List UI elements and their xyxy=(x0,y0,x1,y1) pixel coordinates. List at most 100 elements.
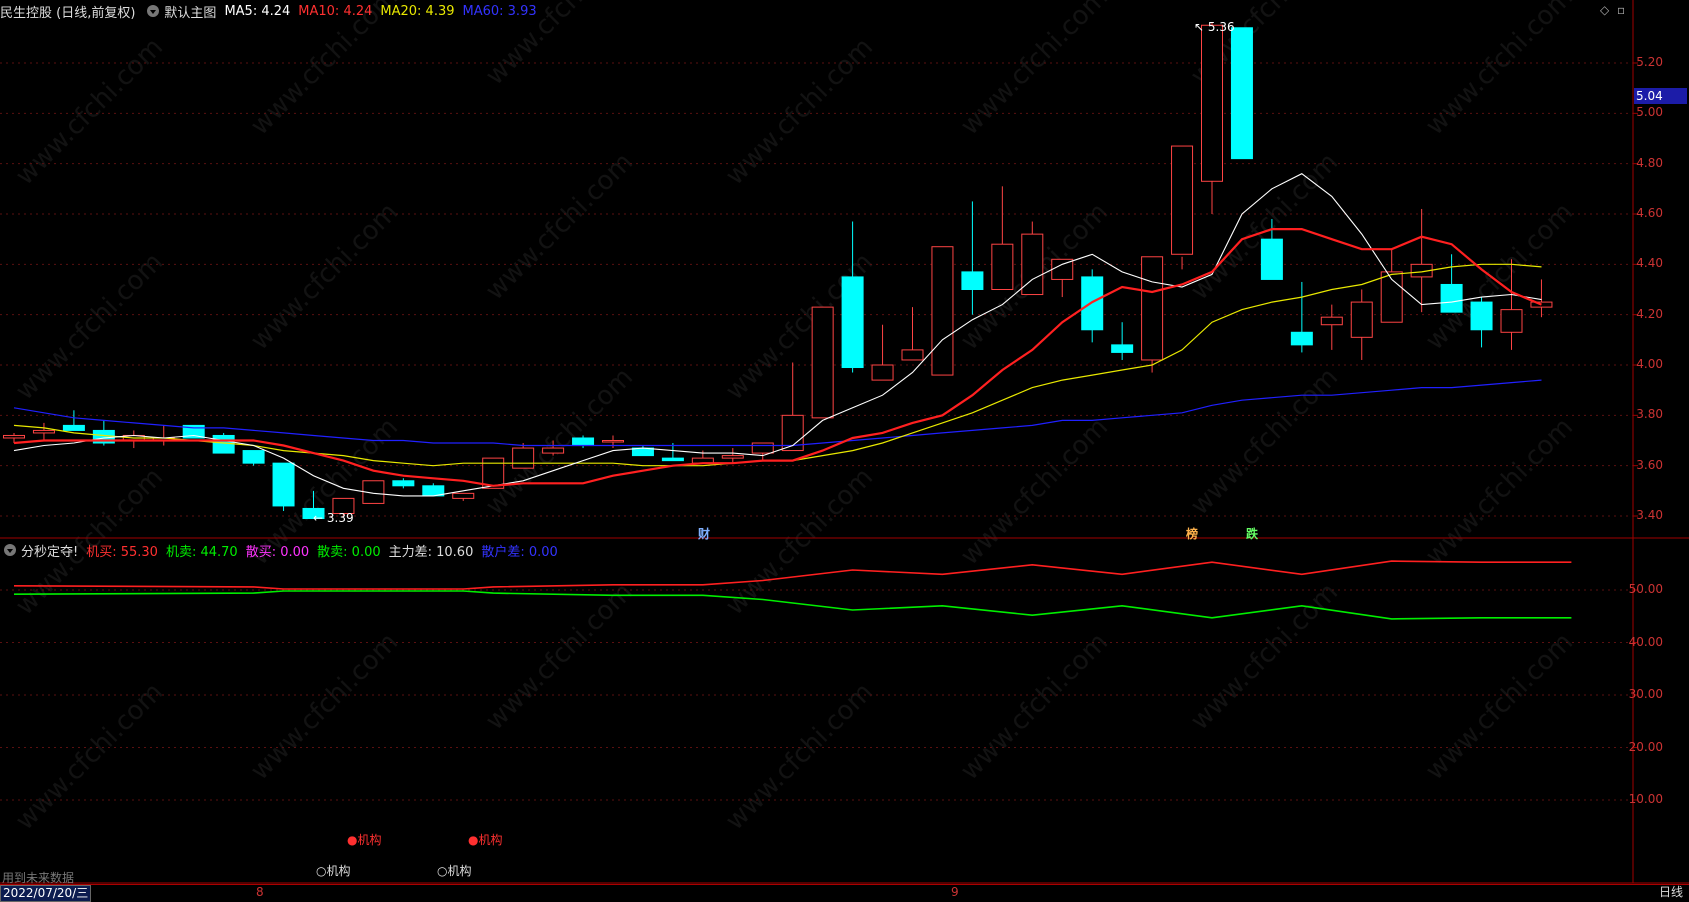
stock-chart-window: www.cfchi.com www.cfchi.com www.cfchi.com w… xyxy=(0,0,1689,902)
candle[interactable] xyxy=(1470,297,1493,348)
candle[interactable] xyxy=(92,420,115,446)
candle-body-down xyxy=(242,450,265,464)
candle[interactable] xyxy=(1051,258,1074,298)
candle[interactable] xyxy=(422,483,445,497)
candle[interactable] xyxy=(871,324,894,381)
candle[interactable] xyxy=(1500,259,1523,350)
candle-body-up xyxy=(3,434,25,439)
candle-body-up xyxy=(1500,309,1523,333)
main-legend: 民生控股 (日线,前复权) 默认主图 MA5: 4.24 MA10: 4.24 … xyxy=(0,1,545,21)
candle[interactable] xyxy=(631,445,654,457)
candle[interactable] xyxy=(781,362,804,452)
ma20-line xyxy=(13,263,1542,467)
candle[interactable] xyxy=(542,440,565,456)
retail-buy-value: 散买: 0.00 xyxy=(245,544,310,560)
candlestick-chart[interactable] xyxy=(0,0,1689,900)
ma10-value: MA10: 4.24 xyxy=(298,3,373,19)
candle[interactable] xyxy=(1201,22,1223,214)
candle-body-up xyxy=(991,243,1014,290)
candle[interactable] xyxy=(572,435,595,449)
indicator-tick-label: 10.00 xyxy=(1628,792,1663,806)
inst-buy-line xyxy=(13,560,1572,590)
candle[interactable] xyxy=(452,492,475,501)
indicator-name[interactable]: 分秒定夺! xyxy=(21,541,78,560)
candle-body-down xyxy=(1470,301,1493,331)
candle[interactable] xyxy=(1021,221,1044,296)
candle-body-down xyxy=(661,457,684,462)
candle[interactable] xyxy=(1410,208,1433,313)
candle[interactable] xyxy=(1141,256,1164,373)
event-list-marker[interactable]: 榜 xyxy=(1186,525,1198,542)
candle-body-up xyxy=(1350,301,1373,338)
candle[interactable] xyxy=(62,410,85,431)
candle[interactable] xyxy=(991,186,1014,290)
candle[interactable] xyxy=(272,462,295,511)
candle[interactable] xyxy=(1290,281,1313,353)
inst-sell-line xyxy=(13,590,1572,620)
candle-body-down xyxy=(1440,283,1463,313)
event-finance-marker[interactable]: 财 xyxy=(698,525,710,542)
maximize-icon[interactable]: ▫ xyxy=(1617,3,1625,17)
month-8-label: 8 xyxy=(256,885,264,899)
inst-buy-value: 机买: 55.30 xyxy=(86,544,158,560)
high-price-label: ↖ 5.36 xyxy=(1194,20,1235,34)
candle[interactable] xyxy=(721,448,744,464)
price-tick-label: 3.80 xyxy=(1636,407,1663,422)
candle[interactable] xyxy=(841,221,864,373)
candle[interactable] xyxy=(811,306,834,419)
candle-body-up xyxy=(1171,145,1194,255)
candle-body-up xyxy=(1141,256,1164,361)
price-tick-label: 5.20 xyxy=(1636,55,1663,69)
candle[interactable] xyxy=(931,246,954,376)
candle[interactable] xyxy=(1350,289,1373,360)
candle-body-up xyxy=(901,349,924,361)
event-drop-marker[interactable]: 跌 xyxy=(1246,525,1258,542)
chart-name[interactable]: 默认主图 xyxy=(164,2,216,21)
time-axis-bar: 2022/07/20/三 8 9 日线 xyxy=(0,884,1689,902)
inst-buy-marker-2: ●机构 xyxy=(468,833,503,847)
inst-sell-value: 机卖: 44.70 xyxy=(165,544,238,560)
indicator-tick-label: 50.00 xyxy=(1628,582,1663,596)
candle-body-down xyxy=(1111,344,1134,353)
candle[interactable] xyxy=(152,425,175,446)
settings-gear-icon[interactable] xyxy=(147,5,160,17)
price-tick-label: 3.40 xyxy=(1636,508,1663,522)
price-tick-label: 4.00 xyxy=(1636,357,1663,371)
candle[interactable] xyxy=(512,443,535,469)
period-selector[interactable]: 日线 xyxy=(1659,885,1683,900)
candle[interactable] xyxy=(242,450,265,466)
ma60-value: MA60: 3.93 xyxy=(462,3,537,19)
candle-body-down xyxy=(392,480,415,487)
indicator-tick-label: 40.00 xyxy=(1628,634,1663,649)
candle[interactable] xyxy=(1320,304,1343,350)
main-diff-value: 主力差: 10.60 xyxy=(388,544,474,560)
price-tick-label: 4.80 xyxy=(1636,155,1663,170)
candle-body-down xyxy=(841,276,864,369)
candle-body-down xyxy=(212,434,235,454)
candle-body-up xyxy=(871,364,894,381)
stock-title[interactable]: 民生控股 (日线,前复权) xyxy=(0,2,135,21)
candle[interactable] xyxy=(1111,322,1134,360)
candle[interactable] xyxy=(1440,254,1463,313)
inst-sell-marker-1: ○机构 xyxy=(316,864,351,878)
ma5-value: MA5: 4.24 xyxy=(224,3,291,19)
candle[interactable] xyxy=(32,422,55,441)
price-tick-label: 3.60 xyxy=(1636,457,1663,472)
candle-body-up xyxy=(1201,24,1223,182)
indicator-gear-icon[interactable] xyxy=(4,544,16,556)
diamond-icon[interactable]: ◇ xyxy=(1600,3,1609,17)
candle[interactable] xyxy=(392,478,415,489)
candle-body-up xyxy=(602,440,624,443)
candle-body-up xyxy=(512,447,535,469)
price-tick-label: 4.20 xyxy=(1636,306,1663,321)
inst-buy-marker-1: ●机构 xyxy=(347,833,382,847)
candle[interactable] xyxy=(1230,27,1253,160)
current-price-tag: 5.04 xyxy=(1634,88,1687,104)
candle[interactable] xyxy=(961,201,984,315)
candle[interactable] xyxy=(1171,145,1194,270)
indicator-tick-label: 30.00 xyxy=(1628,687,1663,701)
candle-body-down xyxy=(572,437,595,447)
candle[interactable] xyxy=(602,435,624,449)
candle[interactable] xyxy=(122,430,145,449)
candle-body-up xyxy=(751,442,774,454)
